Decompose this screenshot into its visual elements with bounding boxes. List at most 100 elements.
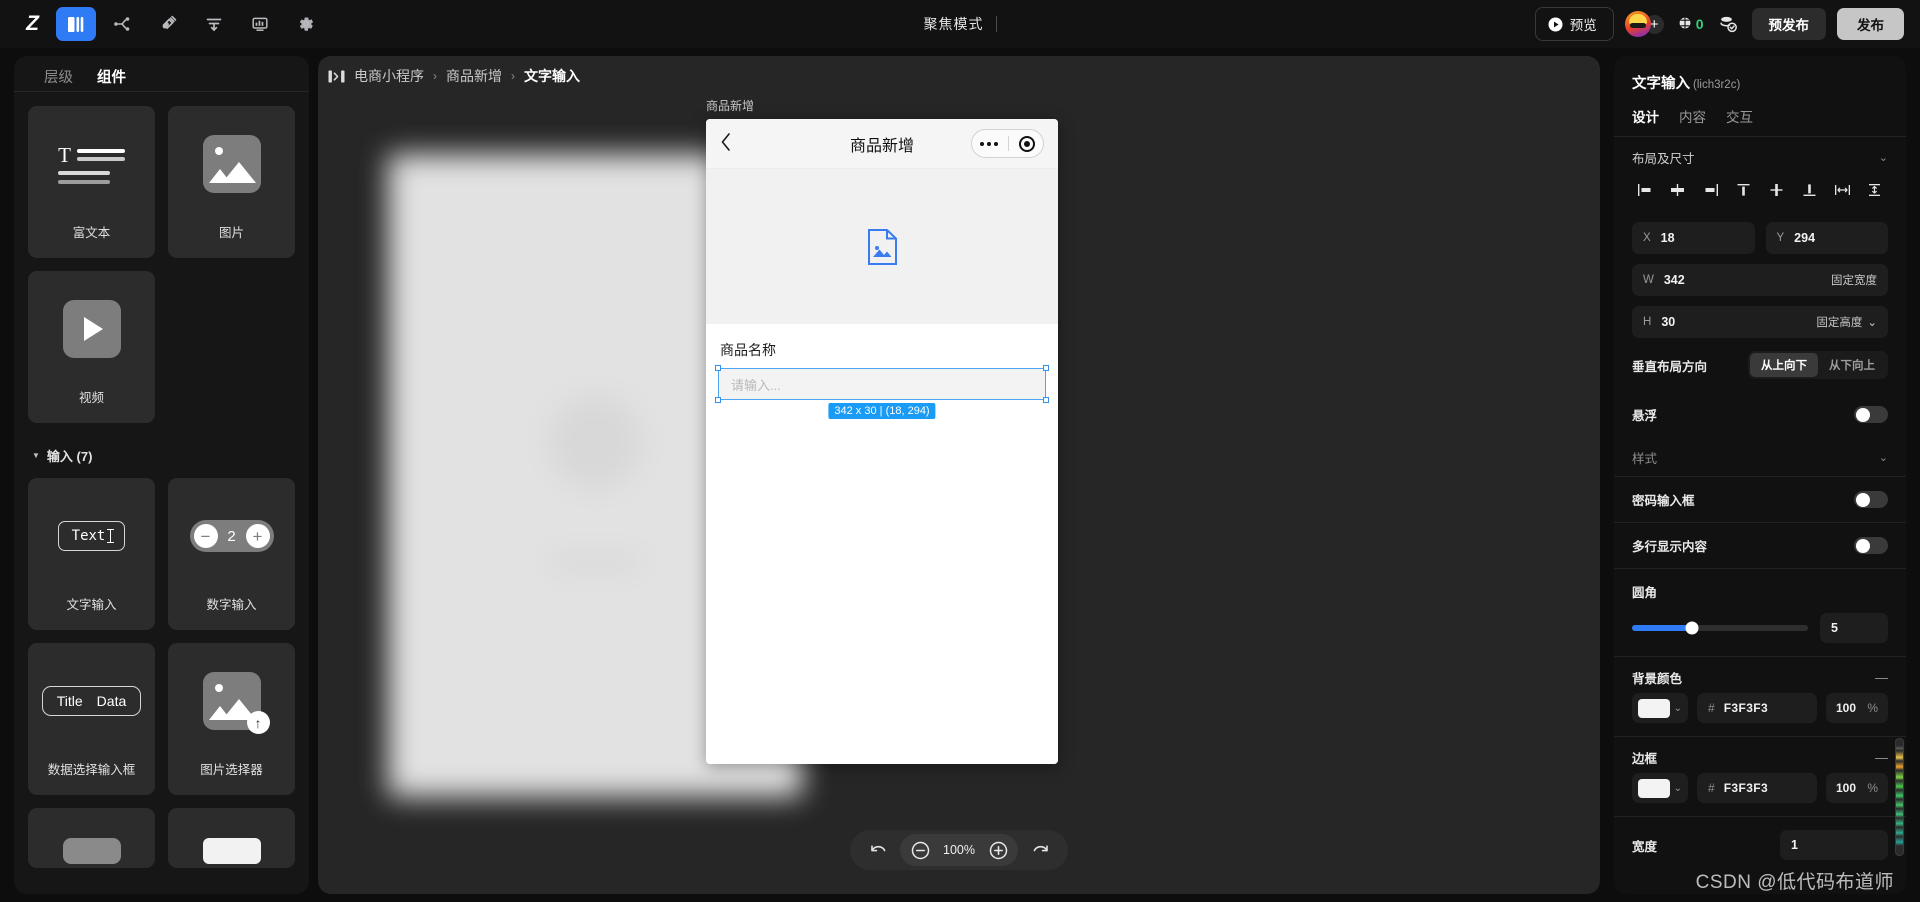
app-logo[interactable]: Z	[14, 7, 50, 41]
alignment-toolbar	[1614, 176, 1906, 212]
component-card-data-select[interactable]: Title Data 数据选择输入框	[28, 643, 155, 795]
panel-toggle-icon[interactable]	[328, 70, 345, 83]
height-field-row: H 30 固定高度 ⌄	[1614, 296, 1906, 338]
align-left-icon[interactable]	[1634, 180, 1656, 200]
tab-design[interactable]: 设计	[1632, 106, 1659, 126]
canvas-area[interactable]: 电商小程序 › 商品新增 › 文字输入 商品新增 商品新增 商品名称 请输入..…	[318, 56, 1600, 894]
segment-top-down[interactable]: 从上向下	[1750, 353, 1818, 377]
prepublish-button[interactable]: 预发布	[1751, 8, 1826, 40]
selected-element-wrapper[interactable]: 请输入... 342 x 30 | (18, 294)	[715, 365, 1049, 419]
phone-navbar: 商品新增	[706, 119, 1058, 169]
tab-layers[interactable]: 层级	[44, 66, 73, 87]
radius-value[interactable]: 5	[1820, 613, 1888, 643]
chevron-down-icon: ⌄	[1673, 702, 1682, 714]
width-field[interactable]: W 342 固定宽度	[1632, 264, 1888, 296]
password-input-toggle[interactable]	[1854, 491, 1888, 508]
plus-circle-icon[interactable]	[984, 836, 1012, 864]
top-toolbar: Z 聚焦模式 预览 + 0 预发布 发布	[0, 0, 1920, 48]
chevron-left-icon[interactable]	[720, 132, 732, 156]
text-input-field[interactable]: 请输入...	[719, 369, 1045, 399]
color-history-strip[interactable]	[1895, 738, 1904, 856]
border-hex-field[interactable]: # F3F3F3	[1697, 773, 1817, 803]
y-field[interactable]: Y 294	[1765, 222, 1888, 254]
section-header-layout[interactable]: 布局及尺寸 ⌄	[1614, 137, 1906, 176]
redo-icon[interactable]	[1026, 836, 1054, 864]
breadcrumb-item-2[interactable]: 文字输入	[524, 66, 580, 86]
zoom-level[interactable]: 100%	[942, 843, 976, 857]
remove-border-icon[interactable]: —	[1875, 750, 1888, 765]
chevron-collapse-icon[interactable]: ⌄	[1879, 151, 1888, 164]
minus-circle-icon[interactable]	[906, 836, 934, 864]
data-model-icon[interactable]	[194, 7, 234, 41]
plugin-icon[interactable]	[148, 7, 188, 41]
border-hex-value: F3F3F3	[1723, 781, 1769, 795]
image-icon	[168, 106, 295, 222]
border-width-value[interactable]: 1	[1780, 830, 1888, 860]
component-card-partial-right[interactable]	[168, 808, 295, 868]
cursor-icon	[107, 529, 115, 543]
multiline-toggle[interactable]	[1854, 537, 1888, 554]
component-card-richtext[interactable]: T 富文本	[28, 106, 155, 258]
align-center-horizontal-icon[interactable]	[1667, 180, 1689, 200]
tab-interaction[interactable]: 交互	[1726, 106, 1753, 126]
component-group-input[interactable]: ▼ 输入 (7)	[32, 446, 295, 465]
radius-slider[interactable]	[1632, 621, 1808, 635]
component-card-video[interactable]: 视频	[28, 271, 155, 423]
component-card-partial-left[interactable]	[28, 808, 155, 868]
component-card-image[interactable]: 图片	[168, 106, 295, 258]
x-field[interactable]: X 18	[1632, 222, 1755, 254]
toolbar-left-group: Z	[0, 7, 326, 41]
verified-stack-icon[interactable]	[1715, 11, 1741, 37]
publish-button[interactable]: 发布	[1837, 8, 1904, 40]
background-swatch-select[interactable]: ⌄	[1632, 693, 1688, 723]
credits-indicator[interactable]: 0	[1677, 15, 1704, 33]
hash-icon: #	[1708, 701, 1715, 715]
distribute-vertical-icon[interactable]	[1864, 180, 1886, 200]
align-right-icon[interactable]	[1700, 180, 1722, 200]
breadcrumb-item-0[interactable]: 电商小程序	[354, 66, 424, 86]
align-top-icon[interactable]	[1733, 180, 1755, 200]
border-opacity-field[interactable]: 100 %	[1826, 773, 1888, 803]
segment-bottom-up[interactable]: 从下向上	[1818, 353, 1886, 377]
remove-background-icon[interactable]: —	[1875, 670, 1888, 685]
background-hex-field[interactable]: # F3F3F3	[1697, 693, 1817, 723]
minus-icon: −	[193, 524, 218, 548]
distribute-horizontal-icon[interactable]	[1831, 180, 1853, 200]
tab-components[interactable]: 组件	[97, 66, 126, 87]
border-header: 边框 —	[1614, 737, 1906, 771]
resize-handle-bottom-right[interactable]	[1043, 397, 1049, 403]
floating-toggle[interactable]	[1854, 406, 1888, 423]
flow-icon[interactable]	[102, 7, 142, 41]
resize-handle-top-left[interactable]	[715, 365, 721, 371]
height-mode-select[interactable]: 固定高度 ⌄	[1816, 314, 1877, 330]
data-select-data: Data	[96, 693, 127, 709]
component-card-text-input[interactable]: Text 文字输入	[28, 478, 155, 630]
undo-icon[interactable]	[864, 836, 892, 864]
wechat-capsule[interactable]	[971, 129, 1044, 158]
breadcrumb-item-1[interactable]: 商品新增	[446, 66, 502, 86]
zoom-controls: 100%	[900, 834, 1018, 866]
settings-icon[interactable]	[286, 7, 326, 41]
background-opacity-field[interactable]: 100 %	[1826, 693, 1888, 723]
component-card-image-picker[interactable]: ↑ 图片选择器	[168, 643, 295, 795]
resize-handle-top-right[interactable]	[1043, 365, 1049, 371]
phone-preview[interactable]: 商品新增 商品名称 请输入... 342 x 30 | (18, 294)	[706, 119, 1058, 764]
properties-scroll[interactable]: 布局及尺寸 ⌄ X 18 Y 294 W 342 固定宽度 H 30 固定高度 …	[1614, 137, 1906, 894]
border-swatch-select[interactable]: ⌄	[1632, 773, 1688, 803]
dashboard-icon[interactable]	[240, 7, 280, 41]
pages-icon[interactable]	[56, 7, 96, 41]
section-header-style[interactable]: 样式 ⌄	[1614, 437, 1906, 476]
align-bottom-icon[interactable]	[1798, 180, 1820, 200]
avatar[interactable]	[1624, 11, 1651, 37]
preview-button[interactable]: 预览	[1534, 7, 1614, 41]
chevron-collapse-icon[interactable]: ⌄	[1879, 451, 1888, 464]
y-value: 294	[1794, 231, 1816, 245]
border-color-swatch	[1638, 778, 1670, 798]
height-field[interactable]: H 30 固定高度 ⌄	[1632, 306, 1888, 338]
component-card-number-input[interactable]: − 2 + 数字输入	[168, 478, 295, 630]
align-middle-vertical-icon[interactable]	[1765, 180, 1787, 200]
component-library-scroll[interactable]: T 富文本 图片 视频 ▼ 输入 (7) Text 文字输入 − 2 + 数字输…	[14, 92, 309, 894]
tab-content[interactable]: 内容	[1679, 106, 1706, 126]
resize-handle-bottom-left[interactable]	[715, 397, 721, 403]
width-mode-select[interactable]: 固定宽度	[1831, 272, 1877, 288]
